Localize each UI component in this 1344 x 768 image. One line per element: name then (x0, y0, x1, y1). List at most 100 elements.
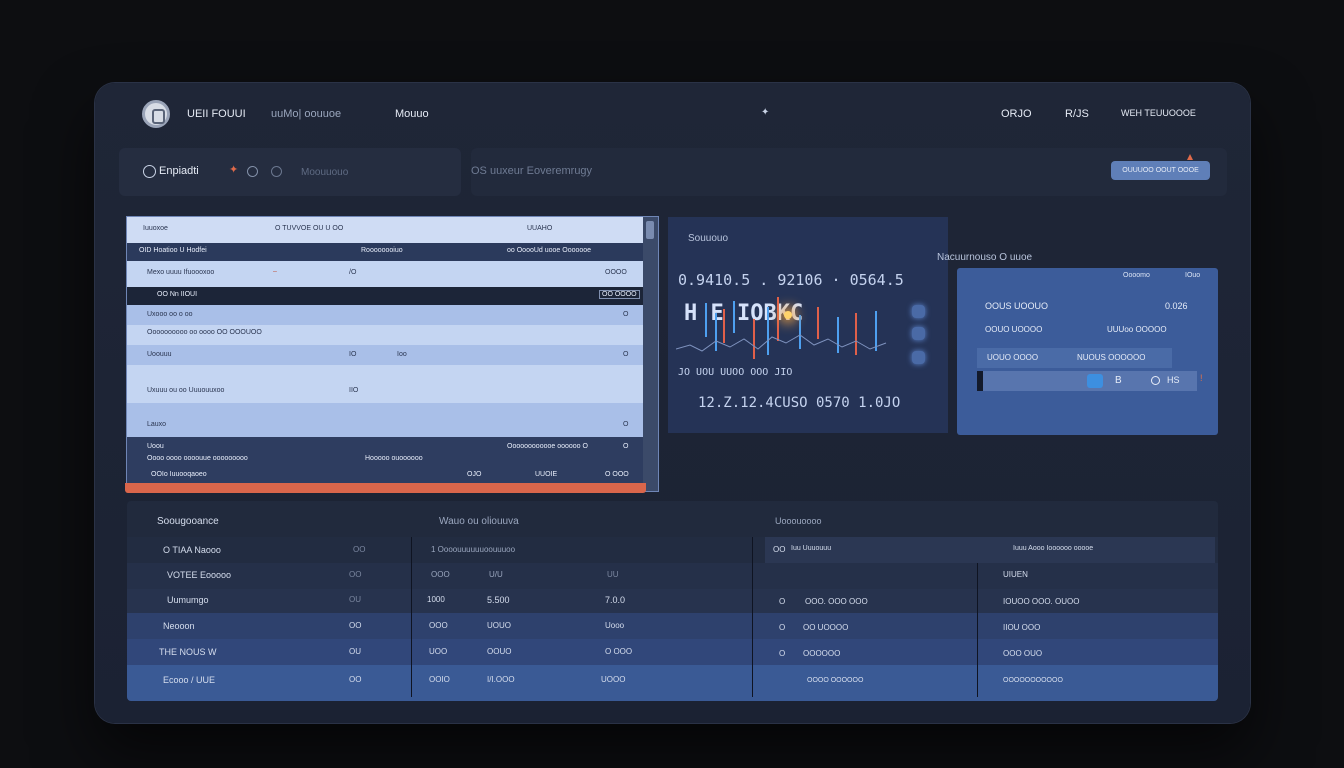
toggle-switch[interactable] (1087, 374, 1103, 388)
chart-label: Souuouo (688, 233, 729, 244)
table-row[interactable]: Oooooooooo oo oooo OO OOOUOO (127, 325, 643, 345)
cell: OOO (431, 570, 450, 579)
cell: Oooooooooooe oooooo O (507, 443, 588, 450)
panel-ctrl-a[interactable]: B (1115, 375, 1122, 386)
row-name[interactable]: Uumumgo (167, 595, 209, 605)
table-row[interactable]: Mexo uuuu Ifuoooxoo – /O OOOO (127, 261, 643, 287)
zoom-out-button[interactable] (912, 327, 925, 340)
col-header-3[interactable]: UUAHO (527, 225, 552, 232)
toolbar-search-placeholder[interactable]: Moouuouo (301, 167, 348, 178)
nav-link-4[interactable]: R/JS (1065, 108, 1089, 120)
toolbar-label: Enpiadti (159, 165, 199, 177)
cell: OOOOOOOOOOO (1003, 677, 1063, 684)
cell: OO (353, 545, 366, 554)
panel-row2-value: UUUoo OOOOO (1107, 325, 1167, 334)
scrollbar-thumb[interactable] (646, 221, 654, 239)
cell: U/U (489, 570, 503, 579)
cell: Uoou (147, 443, 164, 450)
section-col-title: Wauo ou oliouuva (439, 516, 519, 527)
row-name[interactable]: Neooon (163, 621, 195, 631)
cell: /O (349, 269, 357, 276)
cell: Uoouuu (147, 351, 172, 358)
add-icon[interactable]: ✦ (229, 163, 238, 176)
cell: O (623, 351, 629, 358)
summary-section: Soougooance Wauo ou oliouuva Uooouoooo O… (127, 501, 1218, 701)
table-row-selected[interactable]: OO Nn IIOUI OO OOOO (127, 287, 643, 305)
table-row[interactable]: Uoouuu IO Ioo O (127, 345, 643, 365)
panel-row3-label: UOUO OOOO (987, 353, 1039, 362)
panel-control-row: B HS ! (977, 371, 1203, 391)
cell: OOO. OOO OOO (805, 597, 868, 606)
cell: OO UOOOO (803, 623, 849, 632)
cell: OO (349, 621, 362, 630)
app-name: UEII FOUUI (187, 108, 246, 120)
zoom-in-button[interactable] (912, 305, 925, 318)
settings-icon[interactable] (247, 166, 258, 177)
cell: Uxooo oo o oo (147, 311, 193, 318)
cell: UIUEN (1003, 570, 1028, 579)
primary-action-button[interactable]: OUUUOO OOUT OOOE (1111, 161, 1210, 180)
table-row[interactable]: OID Hoatioo U Hodfei Roooooooiuo oo Oooo… (127, 243, 643, 261)
band (127, 563, 1218, 589)
candlestick-sparkline (676, 297, 887, 359)
cell: Lauxo (147, 421, 167, 428)
cell: Hooooo ouoooooo (365, 455, 423, 462)
row-name[interactable]: THE NOUS W (159, 647, 217, 657)
panel-head-b: IOuo (1185, 272, 1201, 279)
table-row[interactable]: Lauxo O (127, 403, 643, 437)
nav-link-1[interactable]: uuMo| oouuoe (271, 108, 341, 120)
cell: Mexo uuuu Ifuoooxoo (147, 269, 215, 276)
table-row[interactable]: Uxooo oo o oo O (127, 305, 643, 325)
app-logo-icon (142, 100, 170, 128)
panel-ctrl-b[interactable]: HS (1167, 375, 1180, 385)
cell: Iuu Uuuouuu (791, 545, 832, 552)
right-table-header (765, 537, 1215, 563)
row-name[interactable]: O TIAA Naooo (163, 545, 221, 555)
nav-link-2[interactable]: Mouuo (395, 108, 429, 120)
cell: OOOOOO (803, 649, 841, 658)
row-name[interactable]: VOTEE Eooooo (167, 570, 231, 580)
info-icon[interactable] (1151, 376, 1160, 385)
section-title: Soougooance (157, 516, 219, 527)
orders-table: Iuuoxoe O TUVVOE OU U OO UUAHO OID Hoati… (127, 217, 658, 491)
cell: OU (349, 647, 361, 656)
cell: IOUOO OOO. OUOO (1003, 597, 1080, 606)
band (127, 613, 1218, 639)
band (127, 639, 1218, 665)
cell: I/I.OOO (487, 675, 515, 684)
gear-icon[interactable]: ✦ (761, 107, 769, 118)
cell: OO (773, 545, 786, 554)
highlight-dot-icon (784, 311, 792, 319)
search-icon[interactable] (143, 165, 156, 178)
cell: OOO OUO (1003, 649, 1043, 658)
cell: Uooo (605, 621, 625, 630)
table-header: Iuuoxoe O TUVVOE OU U OO UUAHO (127, 217, 643, 243)
cell: OO OOOO (599, 290, 640, 299)
user-menu[interactable]: WEH TEUUOOOE (1121, 108, 1196, 118)
nav-link-3[interactable]: ORJO (1001, 108, 1032, 120)
table-scrollbar[interactable] (643, 217, 658, 491)
cell: UOOO (601, 675, 626, 684)
chart-value-line-2: JO UOU UUOO OOO JIO (678, 367, 793, 378)
cell: OO (349, 675, 362, 684)
panel-row1-label: OOUS UOOUO (985, 301, 1049, 311)
cell: OOOO OOOOOO (807, 677, 864, 684)
chart-settings-button[interactable] (912, 351, 925, 364)
app-window: UEII FOUUI uuMo| oouuoe Mouuo ✦ ORJO R/J… (95, 83, 1250, 723)
row-name[interactable]: Ecooo / UUE (163, 675, 215, 685)
chart-value-line-3: 12.Z.12.4CUSO 0570 1.0JO (698, 395, 901, 411)
cell: 7.0.0 (605, 595, 626, 605)
panel-row3[interactable]: UOUO OOOO NUOUS OOOOOO (977, 348, 1172, 368)
cell: O (779, 623, 786, 632)
cell: OOO (429, 621, 448, 630)
cell: O (623, 311, 629, 318)
chart-value-line-1: 0.9410.5 . 92106 · 0564.5 (678, 271, 904, 289)
column-divider (752, 537, 753, 697)
cell: IO (349, 351, 357, 358)
filter-icon[interactable] (271, 166, 282, 177)
cell: – (273, 268, 277, 275)
col-header-1[interactable]: Iuuoxoe (143, 225, 168, 232)
col-header-2[interactable]: O TUVVOE OU U OO (275, 225, 343, 232)
cell: O OOO (605, 647, 633, 656)
table-row[interactable]: Uxuuu ou oo Uuuouuxoo IIO (127, 365, 643, 403)
